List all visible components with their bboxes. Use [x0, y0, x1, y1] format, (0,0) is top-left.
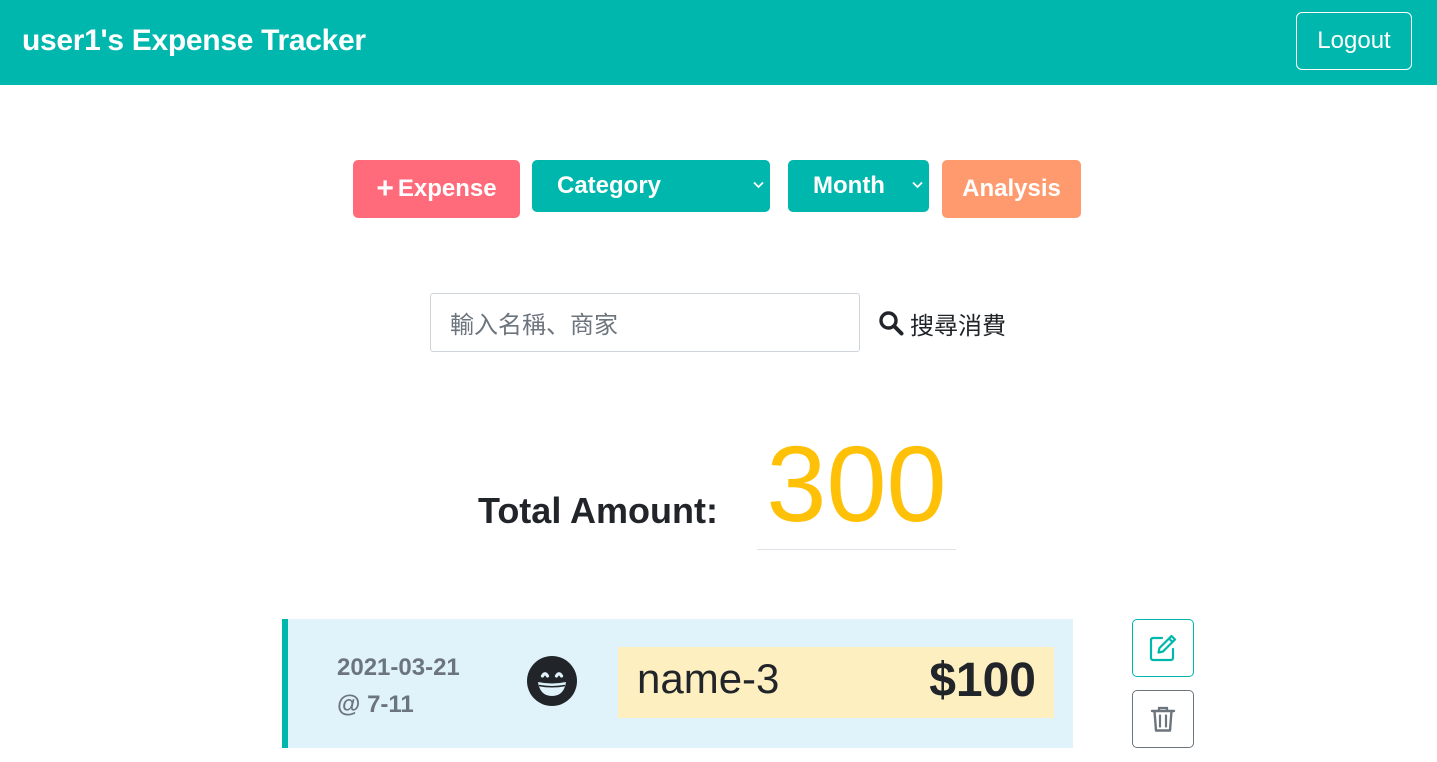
grin-icon — [527, 656, 577, 706]
record-date: 2021-03-21 — [337, 654, 460, 681]
total-amount-label: Total Amount: — [478, 490, 718, 531]
search-icon — [879, 311, 904, 336]
chevron-down-icon — [753, 181, 764, 189]
search-input[interactable]: 輸入名稱、商家 — [430, 293, 860, 352]
list-item: 2021-03-21 @ 7-11 name-3 $100 — [282, 619, 1073, 748]
total-amount-value: 300 — [757, 428, 956, 550]
search-placeholder: 輸入名稱、商家 — [450, 311, 618, 339]
analysis-button[interactable]: Analysis — [942, 160, 1081, 218]
category-select[interactable]: Category — [532, 160, 770, 212]
add-expense-label: Expense — [397, 175, 497, 202]
month-select-value: Month — [813, 172, 885, 199]
navbar: user1's Expense Tracker Logout — [0, 0, 1437, 85]
search-button[interactable]: 搜尋消費 — [878, 305, 1006, 341]
record-amount: $100 — [929, 654, 1036, 707]
search-button-label: 搜尋消費 — [910, 311, 1006, 340]
plus-icon: + — [376, 172, 394, 205]
category-select-value: Category — [557, 172, 662, 199]
add-expense-button[interactable]: + Expense — [353, 160, 520, 218]
edit-icon — [1149, 634, 1177, 662]
record-highlight: name-3 $100 — [618, 647, 1054, 718]
app-title[interactable]: user1's Expense Tracker — [22, 24, 366, 58]
trash-icon — [1150, 706, 1176, 732]
delete-button[interactable] — [1132, 690, 1194, 748]
record-name: name-3 — [637, 655, 780, 702]
edit-button[interactable] — [1132, 619, 1194, 677]
chevron-down-icon — [912, 181, 923, 189]
logout-button[interactable]: Logout — [1296, 12, 1412, 70]
record-date-block: 2021-03-21 @ 7-11 — [337, 649, 460, 723]
month-select[interactable]: Month — [788, 160, 929, 212]
record-merchant: @ 7-11 — [337, 691, 414, 718]
